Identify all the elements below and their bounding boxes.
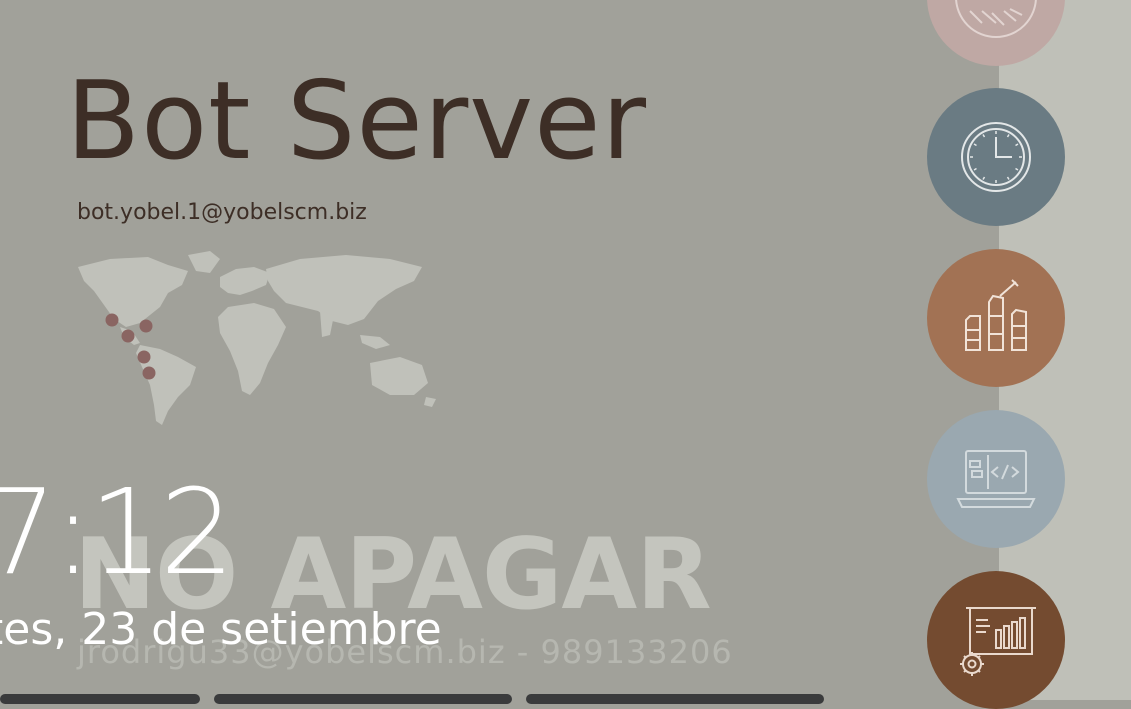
page-title: Bot Server (66, 59, 648, 184)
laptop-code-icon (956, 450, 1036, 508)
handshake-icon (955, 0, 1037, 38)
taskbar-button-3[interactable] (526, 694, 824, 704)
lockscreen-clock: 7:12 (0, 463, 235, 601)
presentation-chart-circle (927, 571, 1065, 709)
lockscreen-date: tes, 23 de setiembre (0, 604, 442, 655)
world-map-graphic (78, 251, 436, 425)
bot-email: bot.yobel.1@yobelscm.biz (77, 200, 367, 225)
raised-fists-icon (965, 279, 1027, 351)
clock-icon (961, 122, 1031, 192)
raised-fists-circle (927, 249, 1065, 387)
presentation-chart-icon (960, 607, 1036, 676)
clock-circle (927, 88, 1065, 226)
laptop-code-circle (927, 410, 1065, 548)
taskbar-button-2[interactable] (214, 694, 512, 704)
taskbar-button-1[interactable] (0, 694, 200, 704)
